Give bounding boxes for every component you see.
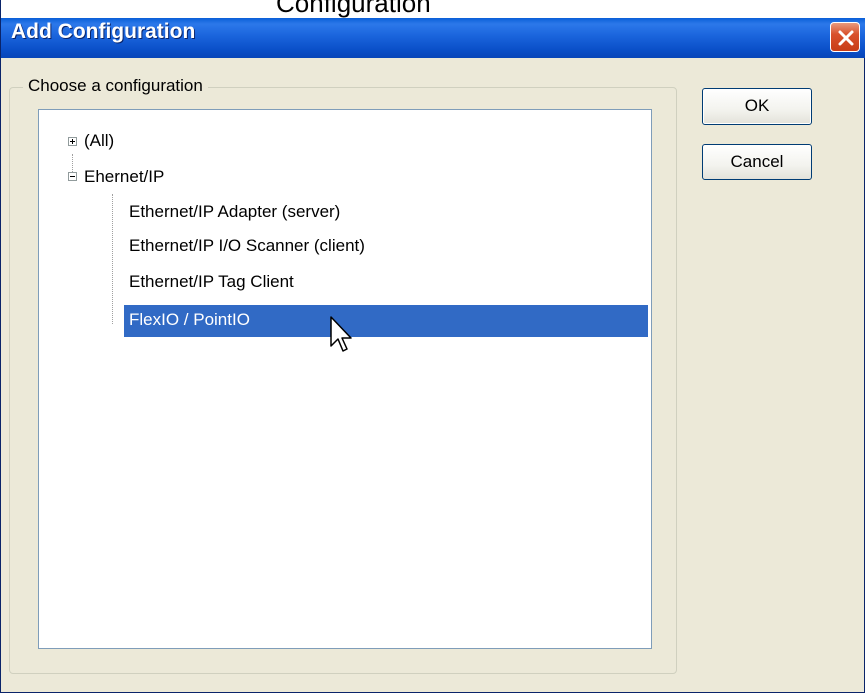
tree-item-tag-client[interactable]: Ethernet/IP Tag Client xyxy=(124,269,299,295)
configuration-tree[interactable]: (All) Ehernet/IP Ethernet/IP Adapter (se… xyxy=(38,109,652,649)
add-configuration-dialog: Configuration Add Configuration Choose a… xyxy=(0,0,865,693)
tree-connector-children xyxy=(112,194,114,324)
title-bar[interactable]: Configuration Add Configuration xyxy=(1,0,865,58)
tree-node-ethernet-ip-label: Ehernet/IP xyxy=(84,167,165,186)
close-button[interactable] xyxy=(830,22,860,52)
tree-item-adapter-server[interactable]: Ethernet/IP Adapter (server) xyxy=(124,199,345,225)
tree-item-label: Ethernet/IP Tag Client xyxy=(129,272,294,291)
background-strip xyxy=(1,0,865,18)
background-caption: Configuration xyxy=(276,0,431,18)
cancel-button[interactable]: Cancel xyxy=(702,144,812,180)
groupbox-label: Choose a configuration xyxy=(23,76,208,96)
collapse-ethernet-ip-button[interactable] xyxy=(68,172,77,181)
tree-item-flexio-pointio[interactable]: FlexIO / PointIO xyxy=(124,305,648,337)
arrow-cursor-icon xyxy=(330,316,352,352)
tree-node-all[interactable]: (All) xyxy=(79,128,119,154)
window-title: Add Configuration xyxy=(11,20,196,43)
expand-all-button[interactable] xyxy=(68,137,77,146)
close-icon xyxy=(838,30,854,46)
tree-connector-root xyxy=(72,154,74,174)
tree-item-io-scanner-client[interactable]: Ethernet/IP I/O Scanner (client) xyxy=(124,233,370,259)
tree-item-label: Ethernet/IP Adapter (server) xyxy=(129,202,341,221)
ok-button[interactable]: OK xyxy=(702,88,812,125)
tree-item-label: FlexIO / PointIO xyxy=(129,310,250,329)
tree-node-all-label: (All) xyxy=(84,131,115,150)
tree-item-label: Ethernet/IP I/O Scanner (client) xyxy=(129,236,365,255)
tree-node-ethernet-ip[interactable]: Ehernet/IP xyxy=(79,164,169,190)
